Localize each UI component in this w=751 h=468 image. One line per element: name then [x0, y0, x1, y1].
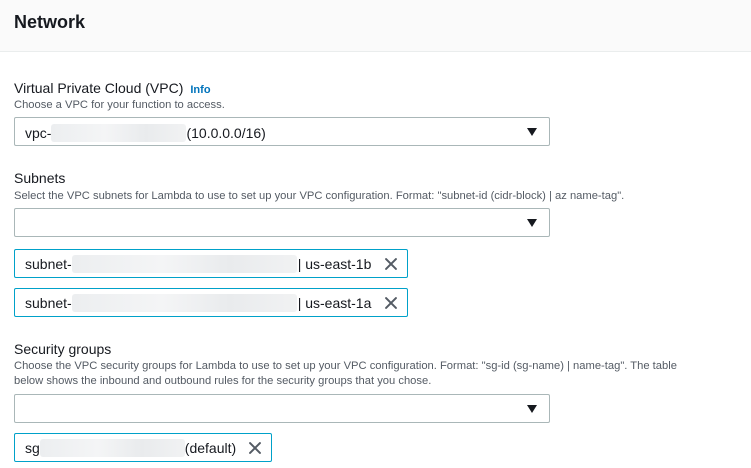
subnet-id-prefix: subnet-: [25, 294, 72, 311]
subnets-label: Subnets: [14, 170, 66, 186]
security-groups-label: Security groups: [14, 341, 112, 357]
vpc-description: Choose a VPC for your function to access…: [14, 99, 225, 111]
vpc-select-value: vpc- (10.0.0.0/16): [25, 124, 266, 142]
subnet-id-prefix: subnet-: [25, 255, 72, 272]
subnet-token: subnet- | us-east-1b: [14, 249, 408, 278]
subnet-token: subnet- | us-east-1a: [14, 288, 408, 317]
security-groups-description-line1: Choose the VPC security groups for Lambd…: [14, 360, 677, 372]
subnet-az: | us-east-1a: [297, 294, 372, 311]
redacted-subnet-id: [71, 254, 297, 273]
close-icon[interactable]: [247, 440, 263, 456]
caret-down-icon: [527, 405, 537, 413]
vpc-select[interactable]: vpc- (10.0.0.0/16): [14, 117, 550, 146]
subnets-description: Select the VPC subnets for Lambda to use…: [14, 190, 625, 202]
subnet-token-text: subnet- | us-east-1b: [25, 254, 372, 273]
sg-id-prefix: sg: [25, 439, 40, 456]
close-icon[interactable]: [383, 256, 399, 272]
security-groups-description-line2: below shows the inbound and outbound rul…: [14, 375, 432, 387]
security-group-token: sg (default): [14, 433, 272, 462]
vpc-label: Virtual Private Cloud (VPC) Info: [14, 80, 211, 96]
vpc-label-text: Virtual Private Cloud (VPC): [14, 80, 184, 96]
section-title: Network: [14, 12, 86, 32]
vpc-id-prefix: vpc-: [25, 125, 52, 141]
caret-down-icon: [527, 219, 537, 227]
sg-name: (default): [184, 439, 237, 456]
section-header: Network: [0, 0, 751, 52]
close-icon[interactable]: [383, 295, 399, 311]
security-group-token-text: sg (default): [25, 438, 237, 457]
vpc-info-link[interactable]: Info: [190, 84, 210, 96]
subnet-token-text: subnet- | us-east-1a: [25, 293, 372, 312]
vpc-cidr: (10.0.0.0/16): [186, 125, 266, 141]
redacted-vpc-id: [51, 124, 187, 142]
security-groups-select[interactable]: [14, 394, 550, 423]
subnets-select[interactable]: [14, 208, 550, 237]
redacted-sg-id: [39, 438, 185, 457]
redacted-subnet-id: [71, 293, 297, 312]
caret-down-icon: [527, 128, 537, 136]
subnet-az: | us-east-1b: [297, 255, 372, 272]
